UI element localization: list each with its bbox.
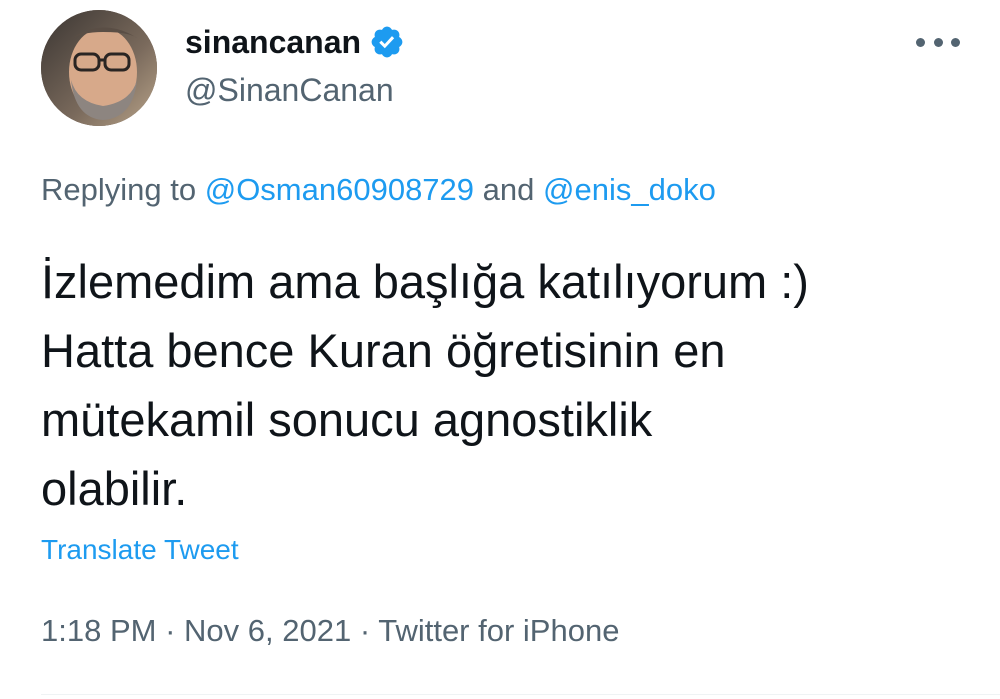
more-dot	[951, 37, 960, 47]
more-dot	[916, 37, 925, 47]
tweet-detail: sinancanan @SinanCanan Replying to @Osma…	[0, 0, 1000, 699]
more-options-icon[interactable]	[916, 28, 960, 56]
tweet-time[interactable]: 1:18 PM	[41, 613, 156, 648]
meta-separator: ·	[165, 613, 176, 648]
display-name[interactable]: sinancanan	[185, 22, 361, 62]
avatar[interactable]	[41, 10, 157, 126]
mention-link-1[interactable]: @Osman60908729	[205, 172, 474, 207]
tweet-text-line: İzlemedim ama başlığa katılıyorum :)	[41, 255, 809, 308]
replying-prefix: Replying to	[41, 172, 197, 207]
user-name-row: sinancanan	[185, 22, 405, 62]
tweet-meta: 1:18 PM · Nov 6, 2021 · Twitter for iPho…	[41, 611, 619, 651]
avatar-image	[41, 10, 157, 126]
tweet-text-line: Hatta bence Kuran öğretisinin en	[41, 324, 726, 377]
tweet-date[interactable]: Nov 6, 2021	[184, 613, 351, 648]
replying-to: Replying to @Osman60908729 and @enis_dok…	[41, 170, 716, 210]
meta-separator: ·	[359, 613, 371, 648]
more-dot	[933, 37, 943, 47]
mention-link-2[interactable]: @enis_doko	[543, 172, 716, 207]
verified-badge-icon	[369, 24, 405, 60]
replying-conjunction: and	[482, 172, 535, 207]
tweet-source[interactable]: Twitter for iPhone	[378, 613, 619, 648]
tweet-text-line: mütekamil sonucu agnostiklik	[41, 393, 653, 446]
tweet-text: İzlemedim ama başlığa katılıyorum :) Hat…	[41, 247, 971, 523]
translate-tweet-link[interactable]: Translate Tweet	[41, 532, 239, 568]
user-handle[interactable]: @SinanCanan	[185, 70, 394, 110]
divider	[41, 694, 1000, 695]
tweet-text-line: olabilir.	[41, 462, 188, 515]
